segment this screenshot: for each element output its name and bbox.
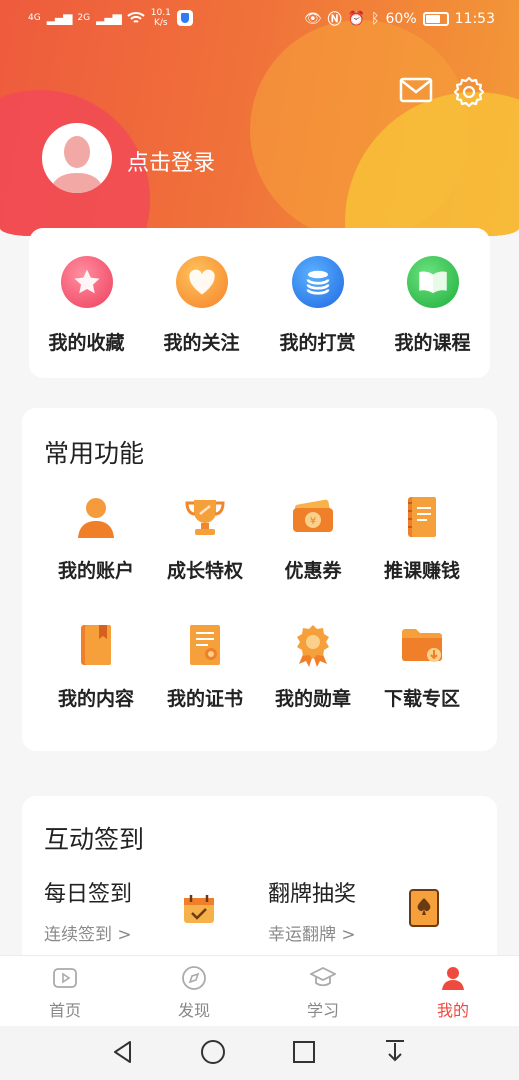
my-content-label: 我的内容 [57, 688, 134, 710]
bottom-tab-bar: 首页 发现 学习 我的 [0, 955, 519, 1026]
coupon-button[interactable]: ¥ 优惠券 [263, 494, 363, 583]
tab-study-label: 学习 [306, 1001, 339, 1020]
eye-icon: 👁 [303, 11, 322, 27]
card-spade-icon [409, 889, 439, 927]
my-favorites-label: 我的收藏 [48, 332, 125, 354]
my-tips-label: 我的打赏 [279, 332, 356, 354]
content-book-icon [81, 625, 111, 665]
growth-privilege-label: 成长特权 [166, 560, 243, 582]
signal-icon: ▂▄▆ [46, 11, 73, 25]
common-functions-title: 常用功能 [44, 439, 145, 468]
back-nav-icon[interactable] [110, 1039, 136, 1065]
user-icon [78, 498, 114, 538]
daily-checkin-button[interactable]: 每日签到 连续签到 > [44, 876, 132, 945]
tab-discover[interactable]: 发现 [149, 965, 239, 1021]
tab-discover-label: 发现 [177, 1001, 210, 1020]
tab-home-label: 首页 [48, 1001, 81, 1020]
notification-pull-icon[interactable] [382, 1039, 408, 1065]
common-functions-card: 常用功能 我的账户 成长特权 ¥ 优惠券 推课赚钱 我的内容 我的证书 我的勋章 [22, 408, 497, 751]
calendar-check-icon [184, 895, 214, 923]
download-zone-label: 下载专区 [383, 688, 460, 710]
my-follows-button[interactable]: 我的关注 [144, 256, 259, 355]
home-icon [53, 968, 77, 988]
tab-mine-label: 我的 [436, 1001, 469, 1020]
net-speed: 10.1 K/s [150, 8, 171, 28]
system-navigation-bar [0, 1026, 519, 1080]
tab-study[interactable]: 学习 [278, 965, 368, 1021]
my-certificate-button[interactable]: 我的证书 [155, 622, 255, 711]
medal-icon [297, 625, 329, 667]
promote-courses-label: 推课赚钱 [383, 560, 460, 582]
alarm-icon: ⏰ [347, 11, 366, 27]
growth-privilege-button[interactable]: 成长特权 [155, 494, 255, 583]
home-nav-icon[interactable] [200, 1039, 226, 1065]
graduation-cap-icon [308, 966, 338, 987]
compass-icon [182, 966, 206, 990]
my-content-button[interactable]: 我的内容 [46, 622, 146, 711]
my-courses-button[interactable]: 我的课程 [375, 256, 490, 355]
flip-lottery-title: 翻牌抽奖 [268, 882, 357, 907]
coins-icon [291, 256, 344, 308]
heart-icon [175, 256, 228, 308]
daily-checkin-link[interactable]: 连续签到 > [44, 920, 132, 945]
book-icon [406, 256, 459, 308]
my-tips-button[interactable]: 我的打赏 [260, 256, 375, 355]
daily-checkin-title: 每日签到 [44, 882, 133, 907]
svg-text:¥: ¥ [310, 516, 316, 527]
tab-home[interactable]: 首页 [20, 965, 110, 1021]
bluetooth-icon: ᛒ [371, 11, 380, 27]
interactive-checkin-card: 互动签到 每日签到 连续签到 > 翻牌抽奖 幸运翻牌 > [22, 796, 497, 976]
battery-icon [422, 12, 449, 26]
coupon-label: 优惠券 [284, 560, 342, 582]
flip-lottery-button[interactable]: 翻牌抽奖 幸运翻牌 > [268, 876, 356, 945]
battery-percent: 60% [385, 11, 417, 27]
settings-gear-icon[interactable] [453, 76, 485, 108]
nfc-icon: Ⓝ [327, 12, 342, 28]
promote-courses-button[interactable]: 推课赚钱 [372, 494, 472, 583]
avatar[interactable] [42, 123, 112, 193]
coupon-icon: ¥ [293, 499, 333, 532]
my-account-label: 我的账户 [57, 560, 134, 582]
flip-lottery-link[interactable]: 幸运翻牌 > [268, 920, 356, 945]
clock: 11:53 [454, 11, 495, 27]
my-favorites-button[interactable]: 我的收藏 [29, 256, 144, 355]
login-link[interactable]: 点击登录 [127, 145, 215, 177]
certificate-icon [190, 625, 220, 665]
notebook-icon [408, 497, 436, 537]
signal-icon-2: ▂▄▆ [96, 11, 122, 25]
profile-screen: 4G ▂▄▆ 2G ▂▄▆ 10.1 K/s 👁 Ⓝ ⏰ ᛒ 60% 11:53 … [0, 0, 519, 1080]
my-account-button[interactable]: 我的账户 [46, 494, 146, 583]
shield-app-icon [176, 10, 193, 26]
wifi-icon [127, 12, 145, 23]
default-avatar-icon [50, 136, 104, 193]
my-courses-label: 我的课程 [394, 332, 471, 354]
my-medals-label: 我的勋章 [274, 688, 351, 710]
tab-mine[interactable]: 我的 [408, 965, 498, 1021]
quick-actions-card: 我的收藏 我的关注 我的打赏 我的课程 [29, 228, 490, 378]
interactive-checkin-title: 互动签到 [44, 825, 145, 854]
trophy-icon [185, 500, 225, 535]
recents-nav-icon[interactable] [291, 1039, 317, 1065]
download-zone-button[interactable]: 下载专区 [372, 622, 472, 711]
network-4g-label: 4G [28, 13, 41, 23]
download-folder-icon [402, 629, 442, 662]
my-medals-button[interactable]: 我的勋章 [263, 622, 363, 711]
my-follows-label: 我的关注 [163, 332, 240, 354]
profile-icon [442, 967, 464, 990]
mail-icon[interactable] [399, 76, 433, 104]
star-icon [60, 256, 113, 308]
status-bar: 4G ▂▄▆ 2G ▂▄▆ 10.1 K/s 👁 Ⓝ ⏰ ᛒ 60% 11:53 [0, 0, 519, 40]
my-certificate-label: 我的证书 [166, 688, 243, 710]
network-2g-label: 2G [77, 13, 91, 23]
